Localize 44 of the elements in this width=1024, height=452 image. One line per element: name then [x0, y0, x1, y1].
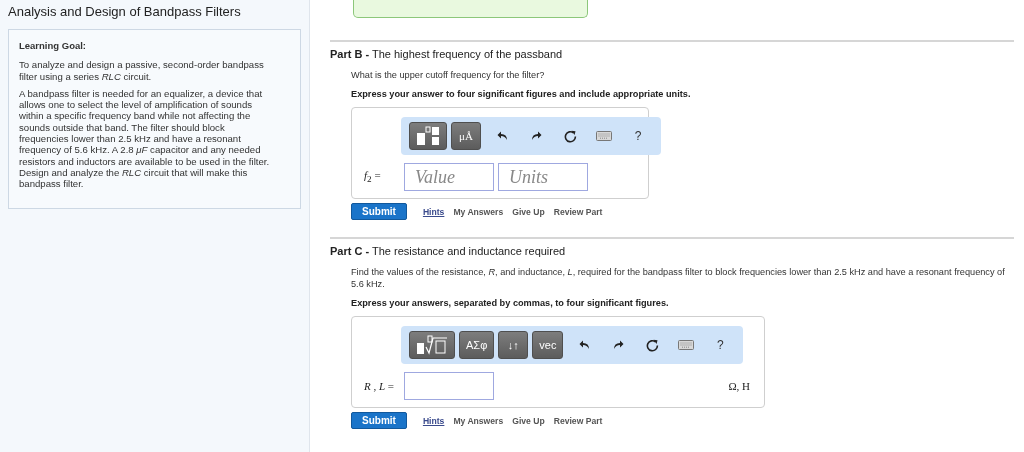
reset-icon [645, 338, 659, 352]
answer-label: f$_{2}$ = [363, 169, 382, 185]
part-link[interactable]: Give Up [512, 415, 545, 426]
part-heading: Part C - The resistance and inductance required [330, 245, 567, 257]
answer-field[interactable]: Value [404, 163, 494, 191]
goal-paragraph: To analyze and design a passive, second-order bandpass filter using a series RLC circuit. [19, 59, 265, 82]
symbol-button[interactable]: μÅ [451, 122, 481, 150]
symbol-button[interactable]: vec [532, 331, 564, 359]
template-button[interactable] [409, 331, 455, 359]
symbol-button[interactable]: ↓↑ [498, 331, 529, 359]
reset-icon [563, 129, 577, 143]
help-button[interactable]: ? [625, 122, 651, 150]
redo-icon [612, 340, 624, 350]
part-link[interactable]: Hints [422, 415, 445, 426]
question-text: What is the upper cutoff frequency for the filter? [351, 69, 546, 81]
keyboard-icon [596, 131, 612, 141]
answer-field[interactable]: Units [498, 163, 588, 191]
page-title: Analysis and Design of Bandpass Filters [8, 4, 242, 19]
answer-field[interactable] [404, 372, 494, 400]
fraction-template-icon [416, 126, 440, 146]
part-link[interactable]: Give Up [512, 206, 545, 217]
instruction-text: Express your answer to four significant figures and include appropriate units. [351, 89, 692, 99]
help-button[interactable]: ? [707, 331, 734, 359]
units-label: Ω, H [728, 380, 751, 392]
question-text: Find the values of the resistance, R, and inductance, L, required for the bandpass filter to block frequencies lower than 2.5 kHz and have a resonant frequency of 5.6 kHz. [351, 266, 1006, 290]
part-heading: Part B - The highest frequency of the passband [330, 48, 564, 60]
template-button[interactable] [409, 122, 447, 150]
undo-icon [578, 340, 590, 350]
learning-goal-heading: Learning Goal: [19, 40, 88, 52]
submit-button[interactable]: Submit [351, 203, 407, 220]
symbol-button[interactable]: ΑΣφ [459, 331, 495, 359]
goal-paragraph: A bandpass filter is needed for an equalizer, a device that allows one to select the level of amplification of sounds within a specific frequency band while not affecting the sounds outside that band. The filter should block frequencies lower than 2.5 kHz and have a resonant frequency of 5.6 kHz. A 2.8 μF capacitor and any needed resistors and inductors are available to be used in the filter. Design and analyze the RLC circuit that will make this bandpass filter. [19, 87, 271, 190]
part-link[interactable]: Hints [422, 206, 445, 217]
instruction-text: Express your answers, separated by commas, to four significant figures. [351, 298, 670, 308]
radical-template-icon [416, 335, 448, 355]
redo-icon [530, 131, 542, 141]
part-link[interactable]: Review Part [553, 415, 603, 426]
answer-label: R , L = [363, 380, 396, 392]
part-link[interactable]: Review Part [553, 206, 603, 217]
keyboard-icon [678, 340, 695, 350]
undo-icon [496, 131, 508, 141]
part-link[interactable]: My Answers [453, 206, 504, 217]
submit-button[interactable]: Submit [351, 412, 407, 429]
part-link[interactable]: My Answers [453, 415, 504, 426]
